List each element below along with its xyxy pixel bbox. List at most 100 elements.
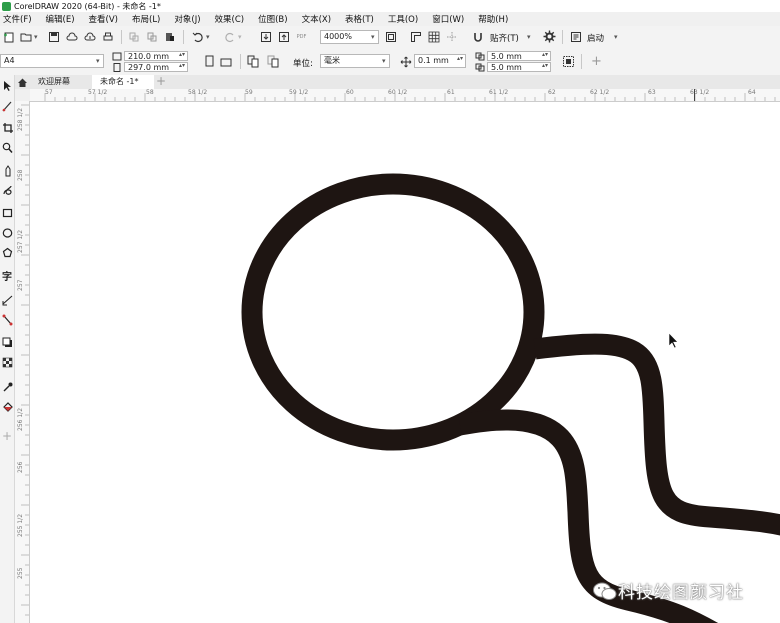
ruler-v-label: 257 xyxy=(17,279,24,291)
ellipse-outline-shape[interactable] xyxy=(241,173,545,451)
page-size-value: A4 xyxy=(4,56,15,65)
polygon-tool-icon[interactable] xyxy=(1,247,13,261)
publish-pdf-icon[interactable]: PDF xyxy=(294,29,309,44)
menu-table[interactable]: 表格(T) xyxy=(345,13,374,25)
pick-tool-icon[interactable] xyxy=(1,80,13,94)
copy-icon[interactable] xyxy=(144,29,159,44)
tab-welcome-screen[interactable]: 欢迎屏幕 xyxy=(30,75,92,89)
undo-dropdown-chevron-icon[interactable]: ▾ xyxy=(206,33,210,41)
redo-dropdown-chevron-icon[interactable]: ▾ xyxy=(238,33,242,41)
undo-icon[interactable] xyxy=(190,29,205,44)
add-plus-icon[interactable]: + xyxy=(589,54,604,69)
height-spinner-icon[interactable]: ▴▾ xyxy=(179,62,185,69)
page-size-chevron-down-icon[interactable]: ▾ xyxy=(96,57,100,65)
menu-edit[interactable]: 编辑(E) xyxy=(46,13,75,25)
all-pages-icon[interactable] xyxy=(246,54,261,69)
save-icon[interactable] xyxy=(46,29,61,44)
launch-dropdown-chevron-icon[interactable]: ▾ xyxy=(614,33,618,41)
shape-tool-icon[interactable] xyxy=(1,100,13,114)
options-gear-icon[interactable] xyxy=(542,29,557,44)
menu-bitmaps[interactable]: 位图(B) xyxy=(258,13,287,25)
open-folder-icon[interactable] xyxy=(18,29,33,44)
ruler-h-label: 59 xyxy=(245,89,253,96)
menu-object[interactable]: 对象(J) xyxy=(174,13,200,25)
ruler-v-label: 255 xyxy=(17,567,24,579)
cloud-upload-icon[interactable] xyxy=(64,29,79,44)
dup-y-spinner-icon[interactable]: ▴▾ xyxy=(542,62,548,69)
menu-view[interactable]: 查看(V) xyxy=(89,13,118,25)
show-guidelines-icon[interactable] xyxy=(444,29,459,44)
snap-to-magnet-icon[interactable] xyxy=(472,29,484,44)
tab-untitled-1[interactable]: 未命名 -1* xyxy=(92,75,154,89)
width-spinner-icon[interactable]: ▴▾ xyxy=(179,51,185,58)
drawing-canvas[interactable] xyxy=(30,102,780,623)
menu-help[interactable]: 帮助(H) xyxy=(478,13,508,25)
import-icon[interactable] xyxy=(258,29,273,44)
full-screen-icon[interactable] xyxy=(383,29,398,44)
drop-shadow-tool-icon[interactable] xyxy=(1,337,13,351)
open-dropdown-chevron-icon[interactable]: ▾ xyxy=(34,33,38,41)
text-tool-icon[interactable]: 字 xyxy=(1,271,13,285)
menu-text[interactable]: 文本(X) xyxy=(302,13,331,25)
watermark: 科技绘图颜习社 xyxy=(592,578,744,603)
connector-tool-icon[interactable] xyxy=(1,314,13,328)
dup-x-spinner-icon[interactable]: ▴▾ xyxy=(542,51,548,58)
zoom-dropdown-chevron-icon[interactable]: ▾ xyxy=(371,33,375,41)
menu-window[interactable]: 窗口(W) xyxy=(432,13,464,25)
new-document-icon[interactable] xyxy=(1,29,16,44)
document-tab-bar: 欢迎屏幕 未命名 -1* + xyxy=(0,74,780,90)
menu-tools[interactable]: 工具(O) xyxy=(388,13,418,25)
horizontal-ruler[interactable]: 57 57 1/2 58 58 1/2 59 59 1/2 60 60 1/2 … xyxy=(30,89,780,102)
parallel-dimension-tool-icon[interactable] xyxy=(1,294,13,308)
artistic-media-tool-icon[interactable] xyxy=(1,185,13,199)
snap-dropdown-chevron-icon[interactable]: ▾ xyxy=(527,33,531,41)
new-tab-plus-icon[interactable]: + xyxy=(155,74,167,88)
standard-toolbar: ▾ ▾ ▾ PDF 4000% ▾ 贴齐(T) ▾ 启动 ▾ xyxy=(0,26,780,49)
show-grid-icon[interactable] xyxy=(426,29,441,44)
watermark-text: 科技绘图颜习社 xyxy=(618,583,744,603)
interactive-fill-tool-icon[interactable] xyxy=(1,401,13,415)
menu-file[interactable]: 文件(F) xyxy=(3,13,32,25)
duplicate-y-value: 5.0 mm xyxy=(491,63,522,72)
export-icon[interactable] xyxy=(276,29,291,44)
landscape-orientation-icon[interactable] xyxy=(219,54,234,69)
page-size-select[interactable]: A4 xyxy=(0,54,104,68)
toolbar-separator xyxy=(562,30,563,44)
menu-layout[interactable]: 布局(L) xyxy=(132,13,160,25)
ruler-h-label: 64 xyxy=(748,89,756,96)
application-launcher-icon[interactable] xyxy=(568,29,583,44)
cloud-download-icon[interactable] xyxy=(82,29,97,44)
redo-icon[interactable] xyxy=(222,29,237,44)
ruler-h-label: 58 1/2 xyxy=(188,89,208,96)
snap-to-label[interactable]: 贴齐(T) xyxy=(490,32,519,44)
treat-as-filled-icon[interactable] xyxy=(561,54,576,69)
crop-tool-icon[interactable] xyxy=(1,122,13,136)
nudge-distance-value: 0.1 mm xyxy=(418,56,449,65)
transparency-tool-icon[interactable] xyxy=(1,357,13,371)
zoom-tool-icon[interactable] xyxy=(1,142,13,156)
units-select[interactable]: 毫米 xyxy=(320,54,390,68)
rectangle-tool-icon[interactable] xyxy=(1,207,13,221)
ruler-h-label: 63 1/2 xyxy=(690,89,710,96)
show-rulers-icon[interactable] xyxy=(408,29,423,44)
vertical-ruler[interactable]: 258 1/2 258 257 1/2 257 256 1/2 256 255 … xyxy=(15,101,30,623)
current-page-icon[interactable] xyxy=(266,54,281,69)
home-icon[interactable] xyxy=(16,76,28,88)
print-icon[interactable] xyxy=(100,29,115,44)
toolbox: 字 + xyxy=(0,75,15,623)
paste-icon[interactable] xyxy=(162,29,177,44)
nudge-spinner-icon[interactable]: ▴▾ xyxy=(457,55,463,62)
eyedropper-tool-icon[interactable] xyxy=(1,381,13,395)
toolbar-separator xyxy=(121,30,122,44)
launch-label[interactable]: 启动 xyxy=(587,32,604,44)
ruler-v-label: 255 1/2 xyxy=(17,513,24,537)
menu-effects[interactable]: 效果(C) xyxy=(215,13,245,25)
ellipse-tool-icon[interactable] xyxy=(1,227,13,241)
portrait-orientation-icon[interactable] xyxy=(201,54,216,69)
freehand-tool-icon[interactable] xyxy=(1,165,13,179)
customize-toolbox-plus-icon[interactable]: + xyxy=(1,429,13,443)
units-label: 单位: xyxy=(293,59,313,69)
units-chevron-down-icon[interactable]: ▾ xyxy=(382,57,386,65)
cut-icon[interactable] xyxy=(126,29,141,44)
toolbar-separator xyxy=(183,30,184,44)
